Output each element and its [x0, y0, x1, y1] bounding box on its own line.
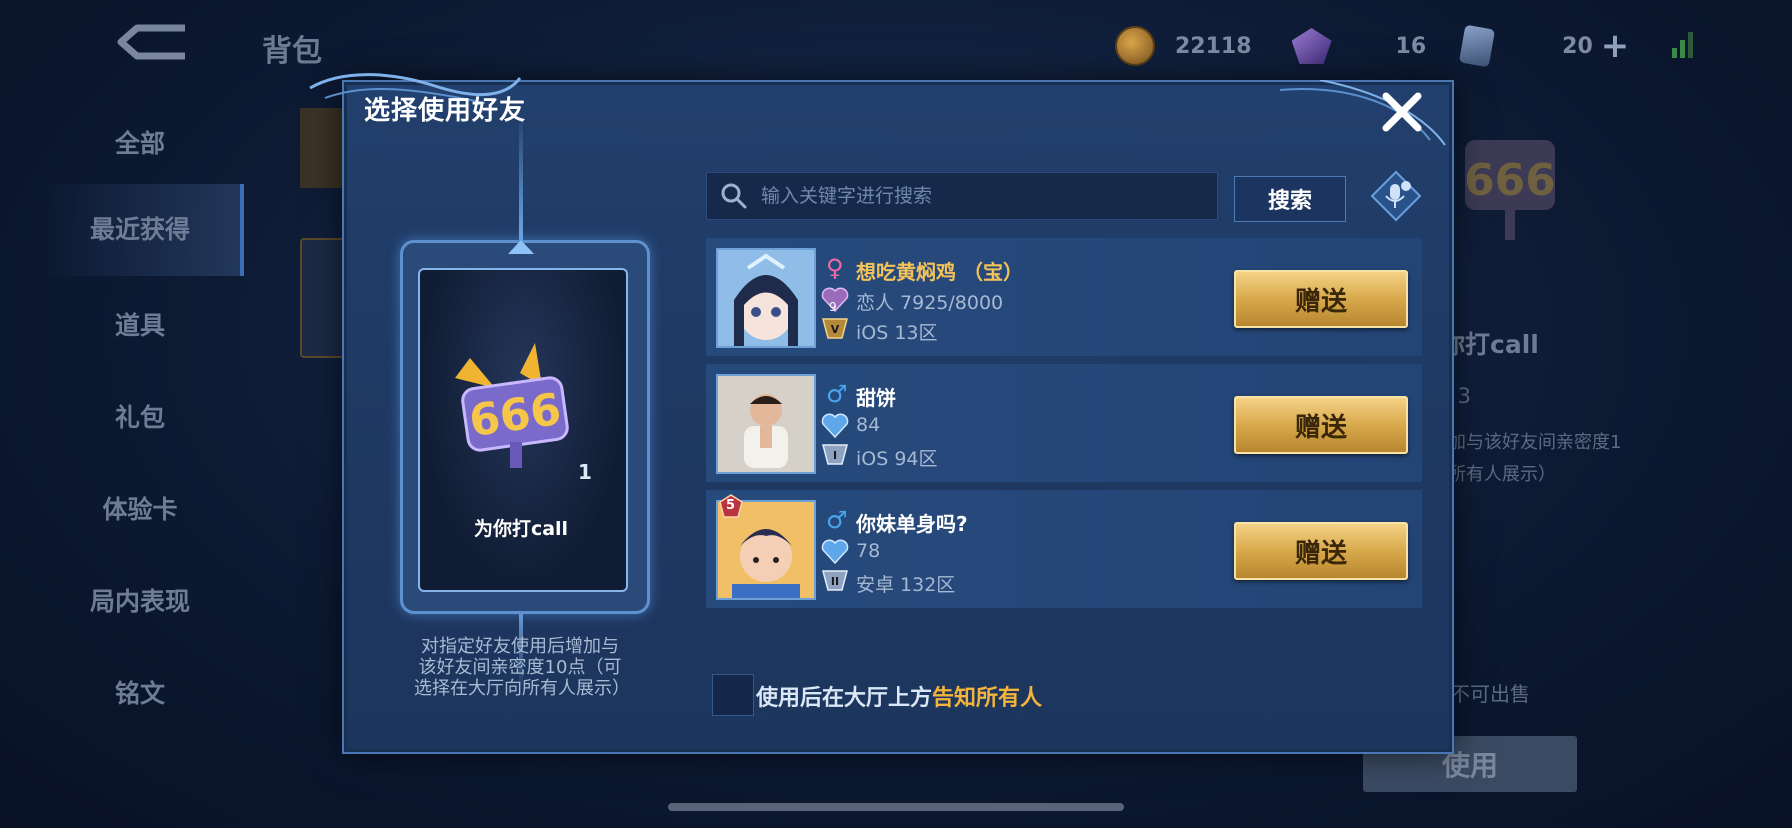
- back-arrow-icon[interactable]: [115, 22, 193, 62]
- svg-text:II: II: [831, 575, 839, 588]
- sidebar-item-all[interactable]: 全部: [40, 124, 240, 160]
- friend-name: 想吃黄焖鸡 （宝）: [856, 260, 1023, 284]
- sidebar-item-inscriptions[interactable]: 铭文: [40, 674, 240, 710]
- search-button[interactable]: 搜索: [1234, 176, 1346, 222]
- friend-name: 你妹单身吗?: [856, 512, 968, 536]
- avatar[interactable]: [716, 248, 816, 348]
- modal-ornament: [1280, 80, 1446, 146]
- card-connector: [519, 112, 523, 242]
- female-icon: ♀: [826, 254, 844, 282]
- modal-title: 选择使用好友: [364, 96, 527, 126]
- item-preview-icon: 666: [1464, 140, 1556, 240]
- search-icon: [721, 183, 747, 209]
- ticket-icon: [1459, 24, 1496, 68]
- avatar[interactable]: [716, 374, 816, 474]
- call-666-item-icon: 666: [455, 343, 569, 468]
- friend-name: 甜饼: [856, 386, 896, 410]
- gem-count: 16: [1395, 33, 1427, 59]
- rank-badge-icon: II: [822, 570, 848, 591]
- sidebar-item-trial-cards[interactable]: 体验卡: [40, 490, 240, 526]
- server-info: iOS 94区: [856, 448, 938, 470]
- intimacy-value: 恋人 7925/8000: [856, 292, 1004, 314]
- svg-text:666: 666: [1464, 155, 1556, 206]
- svg-text:I: I: [833, 449, 837, 462]
- server-info: iOS 13区: [856, 322, 938, 344]
- server-info: 安卓 132区: [856, 574, 956, 596]
- sidebar-item-recent[interactable]: 最近获得: [40, 184, 244, 276]
- avatar-level: 5: [726, 498, 736, 513]
- gem-icon: [1291, 28, 1332, 64]
- give-button[interactable]: 赠送: [1234, 522, 1408, 580]
- rank-badge-icon: V: [822, 318, 848, 339]
- ticket-count: 20: [1562, 33, 1593, 59]
- heart-icon: [821, 413, 849, 438]
- notify-label-highlight: 告知所有人: [932, 686, 1043, 711]
- close-icon[interactable]: [1380, 90, 1424, 134]
- male-icon: ♂: [826, 380, 848, 408]
- coin-icon: [1115, 26, 1155, 66]
- notify-label-prefix: 使用后在大厅上方: [756, 686, 933, 711]
- search-input[interactable]: [759, 184, 1203, 208]
- avatar-image: [718, 376, 814, 472]
- preview-desc-1: 增加与该好友间亲密度1: [1430, 432, 1622, 453]
- signal-icon: [1672, 32, 1693, 58]
- sidebar-item-props[interactable]: 道具: [40, 306, 240, 342]
- search-box: [706, 172, 1218, 220]
- notify-all-checkbox[interactable]: [712, 674, 754, 716]
- preview-item-name: 你打call: [1440, 330, 1539, 359]
- rank-badge-icon: I: [822, 444, 848, 465]
- give-button[interactable]: 赠送: [1234, 270, 1408, 328]
- currency-bar: 22118 16 20 +: [1115, 24, 1629, 68]
- male-icon: ♂: [826, 506, 848, 534]
- item-count: 1: [578, 460, 592, 484]
- intimacy-value: 84: [856, 414, 881, 436]
- heart-level: 9: [829, 300, 837, 314]
- notify-all-label[interactable]: 使用后在大厅上方告知所有人: [756, 680, 1042, 712]
- add-currency-icon[interactable]: +: [1601, 26, 1630, 66]
- avatar-image: [718, 250, 814, 346]
- intimacy-value: 78: [856, 540, 881, 562]
- give-button[interactable]: 赠送: [1234, 396, 1408, 454]
- sidebar-item-in-game[interactable]: 局内表现: [40, 582, 240, 618]
- page-title: 背包: [262, 34, 322, 69]
- sidebar-item-packs[interactable]: 礼包: [40, 398, 240, 434]
- voice-search-icon[interactable]: [1370, 170, 1422, 222]
- item-name: 为你打call: [473, 518, 569, 540]
- home-indicator[interactable]: [668, 803, 1124, 811]
- item-description: 对指定好友使用后增加与该好友间亲密度10点（可选择在大厅向所有人展示）: [414, 636, 630, 699]
- coin-count: 22118: [1175, 33, 1252, 59]
- svg-text:V: V: [831, 323, 840, 336]
- heart-icon: [821, 539, 849, 564]
